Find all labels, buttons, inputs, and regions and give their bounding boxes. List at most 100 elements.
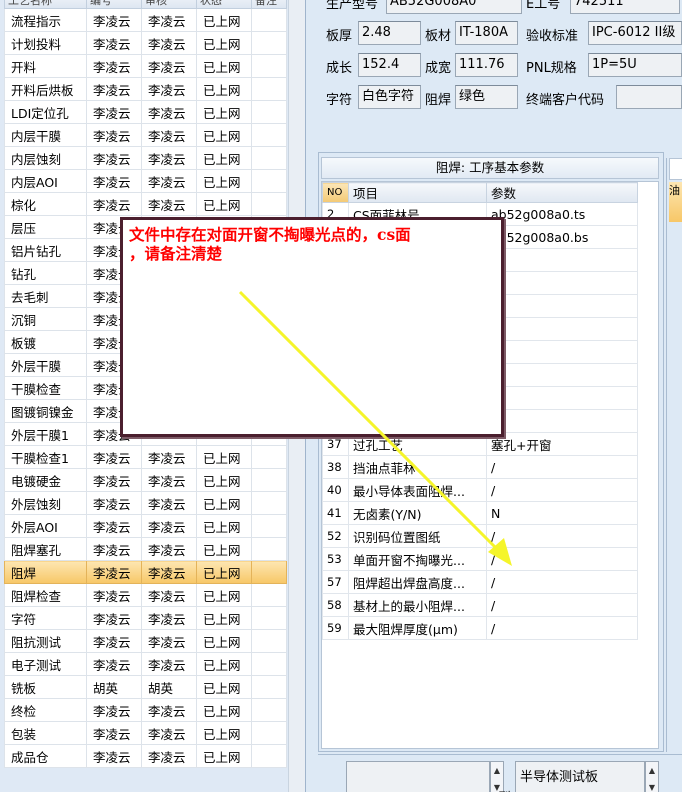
process-review-cell[interactable]: 李凌云 — [141, 192, 197, 216]
process-remark-cell[interactable] — [251, 491, 287, 515]
process-number-cell[interactable]: 李凌云 — [86, 146, 142, 170]
process-number-cell[interactable]: 李凌云 — [86, 123, 142, 147]
process-name-cell[interactable]: 阻抗测试 — [4, 629, 87, 653]
process-review-cell[interactable]: 李凌云 — [141, 744, 197, 768]
process-review-cell[interactable]: 李凌云 — [141, 445, 197, 469]
process-row[interactable]: 内层AOI 李凌云 李凌云 已上网 — [4, 169, 287, 193]
param-value-cell[interactable]: 塞孔+开窗 — [486, 432, 638, 456]
process-row[interactable]: 铣板 胡英 胡英 已上网 — [4, 675, 287, 699]
col-header-status[interactable]: 状态 — [196, 0, 252, 9]
param-value-cell[interactable] — [486, 363, 638, 387]
right-panel-selected-row[interactable]: 油 — [669, 182, 682, 222]
param-no-cell[interactable]: 58 — [322, 593, 349, 617]
param-value-cell[interactable]: / — [486, 570, 638, 594]
param-item-cell[interactable]: 单面开窗不掏曝光... — [348, 547, 487, 571]
customer-code-field[interactable] — [616, 85, 682, 109]
param-value-cell[interactable]: / — [486, 616, 638, 640]
process-row[interactable]: 干膜检查1 李凌云 李凌云 已上网 — [4, 445, 287, 469]
param-value-cell[interactable]: ab52g008a0.bs — [486, 225, 638, 249]
process-status-cell[interactable]: 已上网 — [196, 583, 252, 607]
process-number-cell[interactable]: 李凌云 — [86, 31, 142, 55]
process-remark-cell[interactable] — [251, 698, 287, 722]
col-header-item[interactable]: 项目 — [348, 182, 487, 203]
param-item-cell[interactable]: 最大阻焊厚度(μm) — [348, 616, 487, 640]
process-review-cell[interactable]: 李凌云 — [141, 537, 197, 561]
process-status-cell[interactable]: 已上网 — [196, 77, 252, 101]
process-row[interactable]: 开料 李凌云 李凌云 已上网 — [4, 54, 287, 78]
process-name-cell[interactable]: 外层干膜 — [4, 353, 87, 377]
param-value-cell[interactable] — [486, 248, 638, 272]
process-review-cell[interactable]: 李凌云 — [141, 8, 197, 32]
process-name-cell[interactable]: 电子测试 — [4, 652, 87, 676]
param-value-cell[interactable] — [486, 294, 638, 318]
process-name-cell[interactable]: 钻孔 — [4, 261, 87, 285]
process-name-cell[interactable]: 电镀硬金 — [4, 468, 87, 492]
process-status-cell[interactable]: 已上网 — [196, 698, 252, 722]
process-review-cell[interactable]: 李凌云 — [141, 146, 197, 170]
process-name-cell[interactable]: 内层AOI — [4, 169, 87, 193]
process-row[interactable]: 内层干膜 李凌云 李凌云 已上网 — [4, 123, 287, 147]
process-status-cell[interactable]: 已上网 — [196, 675, 252, 699]
process-remark-cell[interactable] — [251, 192, 287, 216]
process-name-cell[interactable]: 内层蚀刻 — [4, 146, 87, 170]
process-remark-cell[interactable] — [251, 468, 287, 492]
param-item-cell[interactable]: 最小导体表面阻焊... — [348, 478, 487, 502]
standard-field[interactable]: IPC-6012 II级 — [588, 21, 682, 45]
process-remark-cell[interactable] — [251, 146, 287, 170]
param-row[interactable]: 53 单面开窗不掏曝光... / — [322, 547, 638, 571]
process-remark-cell[interactable] — [251, 744, 287, 768]
process-name-cell[interactable]: 层压 — [4, 215, 87, 239]
param-row[interactable]: 59 最大阻焊厚度(μm) / — [322, 616, 638, 640]
param-value-cell[interactable]: / — [486, 478, 638, 502]
process-review-cell[interactable]: 李凌云 — [141, 560, 197, 584]
process-name-cell[interactable]: 图镀铜镍金 — [4, 399, 87, 423]
process-remark-cell[interactable] — [251, 721, 287, 745]
param-item-cell[interactable]: 识别码位置图纸 — [348, 524, 487, 548]
process-number-cell[interactable]: 李凌云 — [86, 468, 142, 492]
col-header-process[interactable]: 工艺名称 — [4, 0, 87, 9]
process-status-cell[interactable]: 已上网 — [196, 491, 252, 515]
process-number-cell[interactable]: 李凌云 — [86, 537, 142, 561]
spin-down-icon[interactable]: ▼ — [646, 779, 658, 792]
process-status-cell[interactable]: 已上网 — [196, 560, 252, 584]
param-no-cell[interactable]: 59 — [322, 616, 349, 640]
process-number-cell[interactable]: 李凌云 — [86, 698, 142, 722]
param-row[interactable]: 57 阻焊超出焊盘高度... / — [322, 570, 638, 594]
process-status-cell[interactable]: 已上网 — [196, 606, 252, 630]
process-name-cell[interactable]: 包装 — [4, 721, 87, 745]
param-value-cell[interactable] — [486, 340, 638, 364]
process-remark-cell[interactable] — [251, 100, 287, 124]
process-status-cell[interactable]: 已上网 — [196, 31, 252, 55]
process-review-cell[interactable]: 李凌云 — [141, 491, 197, 515]
param-item-cell[interactable]: 基材上的最小阻焊... — [348, 593, 487, 617]
process-name-cell[interactable]: 计划投料 — [4, 31, 87, 55]
process-review-cell[interactable]: 李凌云 — [141, 698, 197, 722]
char-field[interactable]: 白色字符 — [358, 85, 421, 109]
process-number-cell[interactable]: 李凌云 — [86, 491, 142, 515]
process-name-cell[interactable]: 沉铜 — [4, 307, 87, 331]
width-field[interactable]: 111.76 — [455, 53, 518, 77]
param-no-cell[interactable]: 41 — [322, 501, 349, 525]
process-name-cell[interactable]: 板镀 — [4, 330, 87, 354]
process-name-cell[interactable]: 铣板 — [4, 675, 87, 699]
process-row[interactable]: 终检 李凌云 李凌云 已上网 — [4, 698, 287, 722]
process-review-cell[interactable]: 李凌云 — [141, 583, 197, 607]
process-name-cell[interactable]: 干膜检查 — [4, 376, 87, 400]
process-status-cell[interactable]: 已上网 — [196, 514, 252, 538]
process-status-cell[interactable]: 已上网 — [196, 721, 252, 745]
process-remark-cell[interactable] — [251, 537, 287, 561]
process-remark-cell[interactable] — [251, 606, 287, 630]
process-row[interactable]: 棕化 李凌云 李凌云 已上网 — [4, 192, 287, 216]
process-number-cell[interactable]: 李凌云 — [86, 606, 142, 630]
process-name-cell[interactable]: 阻焊 — [4, 560, 87, 584]
process-number-cell[interactable]: 李凌云 — [86, 514, 142, 538]
process-row[interactable]: 包装 李凌云 李凌云 已上网 — [4, 721, 287, 745]
process-name-cell[interactable]: 终检 — [4, 698, 87, 722]
param-item-cell[interactable]: 阻焊超出焊盘高度... — [348, 570, 487, 594]
process-review-cell[interactable]: 李凌云 — [141, 652, 197, 676]
col-header-no[interactable]: NO — [322, 182, 349, 203]
process-review-cell[interactable]: 李凌云 — [141, 468, 197, 492]
process-review-cell[interactable]: 李凌云 — [141, 100, 197, 124]
process-remark-cell[interactable] — [251, 8, 287, 32]
param-value-cell[interactable]: / — [486, 524, 638, 548]
